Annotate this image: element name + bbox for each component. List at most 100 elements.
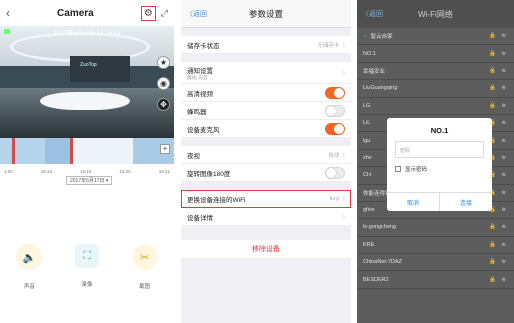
lock-wifi-icon: 🔒 ≋ — [489, 33, 508, 40]
wifi-network-name: 幸福安业 — [363, 68, 386, 75]
setting-row-rotate: 旋转图像180度 — [181, 164, 351, 182]
password-input[interactable]: 密码 — [395, 141, 484, 158]
wifi-network-row[interactable]: ChinaNet-7DAZ 🔒 ≋ — [357, 254, 514, 272]
lock-wifi-icon: 🔒 ≋ — [489, 85, 508, 92]
timeline-segment — [73, 138, 133, 164]
chevron-right-icon: › — [342, 150, 345, 159]
setting-label: 旋转图像180度 — [187, 170, 231, 178]
screenshot-control[interactable]: ✂ 截图 — [131, 244, 158, 290]
rotate-toggle[interactable] — [325, 166, 345, 179]
setting-row-device-details[interactable]: 设备详情 › — [181, 208, 351, 226]
setting-row-hd-video: 高清视频 — [181, 84, 351, 102]
wifi-network-name: lgu — [363, 137, 371, 144]
snapshot-icon[interactable]: ◉ — [157, 77, 170, 90]
setting-value: 无储存卡 › — [317, 40, 345, 49]
timeline-tick: 16:20 — [119, 168, 131, 174]
wifi-network-name: CH — [363, 172, 371, 179]
wifi-network-name: LiL — [363, 120, 371, 127]
screenshot-icon[interactable]: ✂ — [131, 244, 158, 270]
wifi-network-row[interactable]: KRE 🔒 ≋ — [357, 237, 514, 255]
video-timestamp: 2017年6月17日 16:15:53 — [53, 31, 121, 37]
ptz-control-icon[interactable]: ✥ — [157, 98, 170, 111]
lock-wifi-icon: 🔒 ≋ — [489, 50, 508, 57]
lock-wifi-icon: 🔒 ≋ — [489, 241, 508, 248]
wifi-screen: 〈返回 Wi-Fi网络 ✓ 智云自家 🔒 ≋ NO.1 🔒 ≋ 幸福安业 🔒 ≋ LiuGua… — [357, 0, 514, 323]
lock-wifi-icon: 🔒 ≋ — [489, 224, 508, 231]
show-password-label: 显示密码 — [405, 167, 428, 173]
wifi-network-row[interactable]: ls-gongcheng 🔒 ≋ — [357, 219, 514, 237]
value-text: 自动 — [328, 152, 340, 159]
cancel-button[interactable]: 取消 — [387, 193, 440, 211]
chevron-right-icon: › — [342, 212, 345, 221]
playback-timeline[interactable]: + — [0, 138, 174, 164]
star-icon[interactable]: ★ — [157, 56, 170, 69]
wifi-network-row[interactable]: ✓ 智云自家 🔒 ≋ — [357, 28, 514, 46]
timeline-tick: 16:21 — [158, 168, 170, 174]
remove-device-button[interactable]: 移除设备 — [181, 240, 351, 258]
value-text: liuyi — [329, 195, 340, 202]
timeline-segments — [0, 138, 174, 164]
wifi-network-name: LG — [363, 102, 371, 109]
chevron-right-icon: › — [342, 68, 345, 77]
wifi-network-row[interactable]: LG 🔒 ≋ — [357, 98, 514, 115]
timeline-tick: 1:00 — [4, 168, 13, 174]
lock-wifi-icon: 🔒 ≋ — [489, 259, 508, 266]
sound-control[interactable]: 🔈 声音 — [16, 244, 43, 290]
wifi-network-row[interactable]: LiuGuangqing 🔒 ≋ — [357, 80, 514, 98]
microphone-toggle[interactable] — [325, 122, 345, 135]
video-logo-text: ZuoTop — [80, 62, 97, 68]
setting-label: 夜视 — [187, 152, 200, 160]
connect-button[interactable]: 连接 — [440, 193, 492, 211]
setting-value: liuyi › — [330, 194, 345, 203]
wifi-network-name: ✓ 智云自家 — [363, 34, 393, 41]
timeline-tick: 16:13 — [40, 168, 53, 174]
show-password-checkbox[interactable] — [395, 166, 401, 172]
buzzer-toggle[interactable] — [325, 104, 345, 117]
settings-header: 〈返回 参数设置 — [181, 0, 351, 28]
record-icon[interactable]: ⛶ — [74, 244, 99, 268]
wifi-network-row[interactable]: NO.1 🔒 ≋ — [357, 45, 514, 63]
settings-group-display: 夜视 自动 › 旋转图像180度 — [181, 146, 351, 182]
gear-icon[interactable]: ⚙ — [140, 5, 156, 21]
back-button[interactable]: 〈返回 — [186, 9, 207, 19]
control-label: 截图 — [139, 284, 151, 290]
settings-group-storage: 储存卡状态 无储存卡 › — [181, 36, 351, 54]
page-title: Camera — [57, 7, 94, 19]
settings-group-media: 通知设置 震动, 声音 › 高清视频 蜂鸣器 设备麦克风 — [181, 62, 351, 138]
date-picker[interactable]: 2017年6月17日 ▾ — [66, 176, 113, 185]
hd-video-toggle[interactable] — [325, 86, 345, 99]
checkmark-icon: ✓ — [363, 34, 368, 41]
setting-row-night-vision[interactable]: 夜视 自动 › — [181, 146, 351, 164]
back-button[interactable]: 〈返回 — [362, 9, 383, 19]
show-password-option[interactable]: 显示密码 — [395, 165, 484, 173]
setting-row-change-wifi[interactable]: 更换设备连接的WiFi liuyi › — [181, 190, 351, 208]
wifi-network-row[interactable]: BESDER2 🔒 ≋ — [357, 271, 514, 289]
video-feed[interactable]: ZuoTop 2017年6月17日 16:15:53 ★ ◉ ✥ — [0, 26, 174, 138]
value-text: 无储存卡 — [317, 42, 340, 49]
wifi-network-name: zhe — [363, 154, 372, 161]
setting-sublabel: 震动, 声音 — [187, 74, 208, 80]
back-button[interactable]: ‹ — [6, 6, 10, 20]
zoom-in-icon[interactable]: + — [160, 144, 170, 154]
wifi-network-row[interactable]: 幸福安业 🔒 ≋ — [357, 63, 514, 81]
record-control[interactable]: ⛶ 录像 — [74, 244, 99, 290]
wifi-network-name: LiuGuangqing — [363, 85, 398, 92]
settings-screen: 〈返回 参数设置 储存卡状态 无储存卡 › 通知设置 震动, 声音 › 高清视频 蜂… — [181, 0, 351, 323]
screenshot-root: ‹ Camera ⚙ ⤢ ZuoTop 2017年6月17日 16:15:53 … — [0, 0, 514, 323]
lock-wifi-icon: 🔒 ≋ — [489, 67, 508, 74]
setting-row-notification[interactable]: 通知设置 震动, 声音 › — [181, 62, 351, 84]
setting-row-storage[interactable]: 储存卡状态 无储存卡 › — [181, 36, 351, 54]
header-icons: ⚙ ⤢ — [140, 5, 168, 21]
setting-label: 通知设置 — [187, 67, 213, 75]
fullscreen-icon[interactable]: ⤢ — [161, 8, 168, 19]
lock-wifi-icon: 🔒 ≋ — [489, 102, 508, 109]
setting-label: 高清视频 — [187, 90, 213, 98]
video-wall — [70, 56, 130, 82]
speaker-icon[interactable]: 🔈 — [16, 244, 43, 270]
setting-label: 蜂鸣器 — [187, 108, 207, 116]
timeline-segment — [45, 138, 70, 164]
setting-label: 储存卡状态 — [187, 42, 220, 50]
chevron-right-icon: › — [342, 194, 345, 203]
setting-label: 设备麦克风 — [187, 126, 220, 134]
setting-label: 设备详情 — [187, 214, 213, 222]
